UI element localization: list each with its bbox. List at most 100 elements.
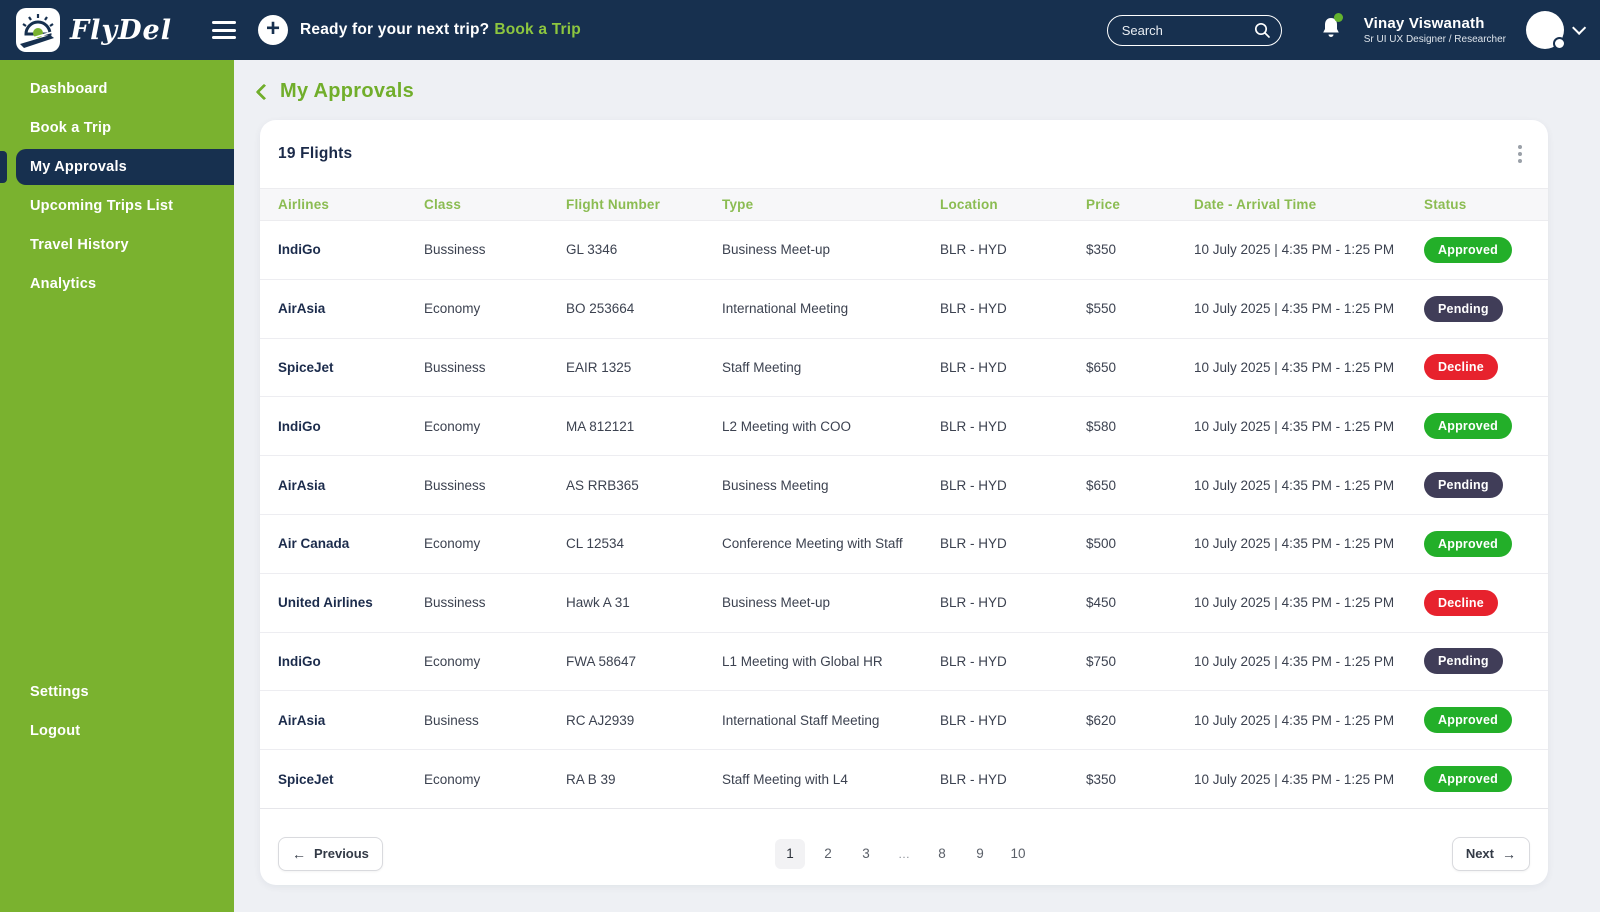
sidebar-item-analytics[interactable]: Analytics [16, 266, 234, 302]
cell-airline: AirAsia [278, 301, 326, 317]
cell-location: BLR - HYD [940, 771, 1007, 787]
cell-date: 10 July 2025 | 4:35 PM - 1:25 PM [1194, 536, 1395, 552]
avatar[interactable] [1526, 11, 1566, 50]
new-trip-plus-button[interactable]: + [258, 15, 288, 45]
sidebar-item-logout[interactable]: Logout [16, 713, 234, 749]
hamburger-menu-icon[interactable] [212, 21, 236, 39]
status-badge-approved: Approved [1424, 766, 1512, 793]
table-row[interactable]: Air Canada Economy CL 12534 Conference Meet… [260, 515, 1548, 574]
chevron-down-icon[interactable] [1572, 20, 1587, 35]
table-row[interactable]: United Airlines Bussiness Hawk A 31 Busines… [260, 574, 1548, 633]
table-row[interactable]: IndiGo Economy MA 812121 L2 Meeting with CO… [260, 397, 1548, 457]
cell-price: $550 [1086, 301, 1117, 317]
cell-date: 10 July 2025 | 4:35 PM - 1:25 PM [1194, 771, 1395, 787]
cell-type: Staff Meeting with L4 [722, 771, 848, 787]
column-header-price: Price [1086, 197, 1121, 212]
column-header-type: Type [722, 197, 754, 212]
status-badge-approved: Approved [1424, 707, 1512, 734]
cell-date: 10 July 2025 | 4:35 PM - 1:25 PM [1194, 301, 1395, 317]
pagination-ellipsis: … [898, 846, 910, 861]
search-icon[interactable] [1253, 21, 1271, 39]
previous-label: Previous [314, 846, 369, 861]
arrow-left-icon: ← [292, 845, 306, 862]
kebab-menu-icon[interactable] [1514, 141, 1526, 167]
user-name: Vinay Viswanath [1363, 15, 1485, 32]
table-header-row: Airlines Class Flight Number Type Locati… [260, 188, 1548, 221]
cell-type: L2 Meeting with COO [722, 418, 852, 434]
cell-price: $620 [1086, 712, 1117, 728]
cell-class: Bussiness [424, 359, 486, 375]
cell-status: Approved [1424, 413, 1548, 440]
page-button-9[interactable]: 9 [965, 839, 995, 869]
search-box[interactable] [1106, 14, 1282, 46]
page-button-10[interactable]: 10 [1003, 839, 1033, 869]
sidebar: Dashboard Book a Trip My Approvals Upcoming… [0, 60, 234, 912]
page-button-8[interactable]: 8 [927, 839, 957, 869]
table-row[interactable]: AirAsia Economy BO 253664 International Mee… [260, 280, 1548, 339]
cell-flight-number: CL 12534 [566, 536, 625, 552]
cell-airline: SpiceJet [278, 771, 334, 787]
cell-airline: Air Canada [278, 536, 350, 552]
cell-location: BLR - HYD [940, 242, 1007, 258]
table-row[interactable]: SpiceJet Bussiness EAIR 1325 Staff Meeting B… [260, 339, 1548, 398]
status-badge-pending: Pending [1424, 472, 1503, 499]
cell-status: Approved [1424, 766, 1548, 793]
back-chevron-icon[interactable] [255, 83, 273, 100]
book-a-trip-link[interactable]: Book a Trip [494, 21, 581, 38]
cell-airline: IndiGo [278, 653, 321, 669]
cell-flight-number: AS RRB365 [566, 477, 639, 493]
next-page-button[interactable]: Next → [1451, 836, 1530, 871]
status-badge-pending: Pending [1424, 295, 1503, 322]
notifications-bell-icon[interactable] [1320, 12, 1343, 45]
cell-date: 10 July 2025 | 4:35 PM - 1:25 PM [1194, 653, 1395, 669]
sidebar-item-dashboard[interactable]: Dashboard [16, 71, 234, 107]
user-info[interactable]: Vinay Viswanath Sr UI UX Designer / Rese… [1364, 15, 1506, 45]
flydel-logo-icon [16, 8, 60, 52]
previous-page-button[interactable]: ← Previous [278, 836, 383, 871]
cell-type: L1 Meeting with Global HR [722, 653, 883, 669]
sidebar-item-book-a-trip[interactable]: Book a Trip [16, 110, 234, 146]
cell-flight-number: Hawk A 31 [566, 595, 630, 611]
sidebar-item-upcoming-trips-list[interactable]: Upcoming Trips List [16, 188, 234, 224]
cell-status: Pending [1424, 295, 1548, 322]
cell-type: International Staff Meeting [722, 712, 880, 728]
column-header-airlines: Airlines [278, 197, 330, 212]
cell-class: Economy [424, 536, 481, 552]
cell-class: Economy [424, 771, 481, 787]
cell-date: 10 July 2025 | 4:35 PM - 1:25 PM [1194, 418, 1395, 434]
sidebar-item-travel-history[interactable]: Travel History [16, 227, 234, 263]
table-row[interactable]: IndiGo Bussiness GL 3346 Business Meet-up BL… [260, 221, 1548, 280]
table-row[interactable]: AirAsia Business RC AJ2939 International St… [260, 691, 1548, 751]
pagination: ← Previous 1 2 3 … 8 9 10 Next → [260, 822, 1548, 885]
cell-status: Approved [1424, 707, 1548, 734]
cell-flight-number: MA 812121 [566, 418, 635, 434]
brand-name: FlyDel [70, 14, 172, 46]
cell-class: Economy [424, 653, 481, 669]
table-row[interactable]: AirAsia Bussiness AS RRB365 Business Meetin… [260, 456, 1548, 515]
cell-type: Business Meet-up [722, 242, 831, 258]
sidebar-item-my-approvals[interactable]: My Approvals [0, 149, 234, 185]
page-button-1[interactable]: 1 [775, 838, 805, 869]
cell-price: $650 [1086, 477, 1117, 493]
cell-location: BLR - HYD [940, 418, 1007, 434]
cell-status: Decline [1424, 589, 1548, 616]
main-content: My Approvals 19 Flights Airlines Class F… [234, 60, 1600, 912]
cell-date: 10 July 2025 | 4:35 PM - 1:25 PM [1194, 242, 1395, 258]
page-button-3[interactable]: 3 [851, 839, 881, 869]
cell-location: BLR - HYD [940, 477, 1007, 493]
brand: FlyDel [0, 8, 202, 52]
table-row[interactable]: SpiceJet Economy RA B 39 Staff Meeting with… [260, 750, 1548, 809]
table-row[interactable]: IndiGo Economy FWA 58647 L1 Meeting with Gl… [260, 633, 1548, 692]
search-input[interactable] [1121, 22, 1253, 38]
cell-type: Staff Meeting [722, 359, 802, 375]
cell-location: BLR - HYD [940, 301, 1007, 317]
sidebar-item-settings[interactable]: Settings [16, 674, 234, 710]
cell-class: Bussiness [424, 242, 486, 258]
cell-flight-number: GL 3346 [566, 242, 618, 258]
cell-location: BLR - HYD [940, 536, 1007, 552]
cell-status: Decline [1424, 354, 1548, 381]
cell-flight-number: FWA 58647 [566, 653, 637, 669]
cell-price: $580 [1086, 418, 1117, 434]
status-badge-approved: Approved [1424, 413, 1512, 440]
page-button-2[interactable]: 2 [813, 839, 843, 869]
